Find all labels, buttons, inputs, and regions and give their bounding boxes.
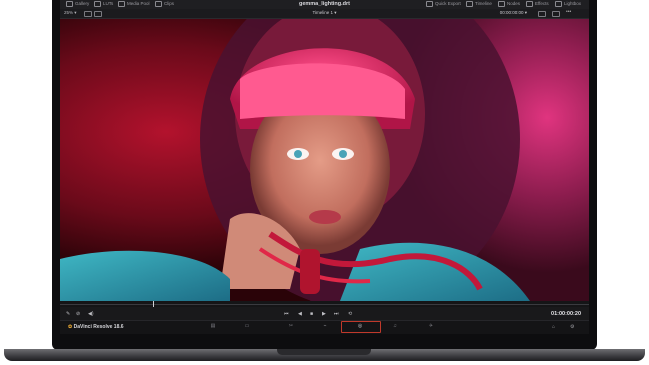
settings-gear-icon[interactable]: ⚙ <box>570 324 574 330</box>
skip-end-button[interactable]: ⏭ <box>334 311 339 317</box>
viewer-toolbar: 25% ▾ Timeline 1 ▾ 00:00:00:00 ▾ ••• <box>60 9 589 19</box>
video-frame-image <box>60 19 589 301</box>
effects-label: Effects <box>535 1 549 7</box>
home-icon[interactable]: ⌂ <box>552 324 555 330</box>
scrubber-track <box>60 304 589 305</box>
play-button[interactable]: ▶ <box>322 311 326 317</box>
lightbox-button[interactable]: Lightbox <box>555 1 581 7</box>
page-navigation-bar: ✿ DaVinci Resolve 18.6 ▤ ▭ ✂ ⌁ ◎ ♫ ✈ ⌂ ⚙ <box>60 320 589 334</box>
lightbox-icon <box>555 1 562 7</box>
app-brand: ✿ DaVinci Resolve 18.6 <box>68 324 124 330</box>
page-edit-icon[interactable]: ✂ <box>288 324 294 329</box>
page-fusion-icon[interactable]: ⌁ <box>322 324 328 329</box>
page-fairlight-icon[interactable]: ♫ <box>392 324 398 329</box>
nodes-button[interactable]: Nodes <box>498 1 520 7</box>
timecode-display[interactable]: 00:00:00:00 ▾ <box>500 10 527 16</box>
page-media-icon[interactable]: ▤ <box>210 324 216 329</box>
skip-start-button[interactable]: ⏮ <box>284 311 289 317</box>
current-timecode: 01:00:00:20 <box>551 311 581 317</box>
page-deliver-icon[interactable]: ✈ <box>428 324 434 329</box>
nodes-label: Nodes <box>507 1 521 7</box>
more-icon[interactable]: ••• <box>566 9 574 15</box>
effects-button[interactable]: Effects <box>526 1 549 7</box>
monitor-icon[interactable] <box>538 11 546 17</box>
quick-export-button[interactable]: Quick Export <box>426 1 461 7</box>
stop-button[interactable]: ■ <box>310 311 313 317</box>
step-back-button[interactable]: ◀ <box>298 311 302 317</box>
page-color-icon[interactable]: ◎ <box>357 324 363 329</box>
link-icon[interactable]: ⊘ <box>76 311 80 317</box>
quick-export-label: Quick Export <box>435 1 461 7</box>
laptop-notch <box>277 349 371 355</box>
effects-icon <box>526 1 533 7</box>
laptop-bezel: Gallery LUTs Media Pool Clips gemma_ligh… <box>52 0 597 350</box>
app-brand-label: DaVinci Resolve 18.6 <box>73 324 124 330</box>
loop-button[interactable]: ⟲ <box>348 311 352 317</box>
settings-icon[interactable] <box>552 11 560 17</box>
transport-controls: ✎ ⊘ ◀) ⏮ ◀ ■ ▶ ⏭ ⟲ 01:00:00:20 <box>60 308 589 320</box>
pen-icon[interactable]: ✎ <box>66 311 70 317</box>
audio-icon[interactable]: ◀) <box>88 311 94 317</box>
scrubber-bar[interactable] <box>60 301 589 307</box>
timeline-button[interactable]: Timeline <box>466 1 492 7</box>
nodes-icon <box>498 1 505 7</box>
page-cut-icon[interactable]: ▭ <box>244 324 250 329</box>
export-icon <box>426 1 433 7</box>
playhead[interactable] <box>153 301 154 307</box>
video-viewer[interactable] <box>60 19 589 301</box>
app-window: Gallery LUTs Media Pool Clips gemma_ligh… <box>60 0 589 334</box>
timeline-icon <box>466 1 473 7</box>
timeline-label: Timeline <box>475 1 492 7</box>
lightbox-label: Lightbox <box>564 1 582 7</box>
